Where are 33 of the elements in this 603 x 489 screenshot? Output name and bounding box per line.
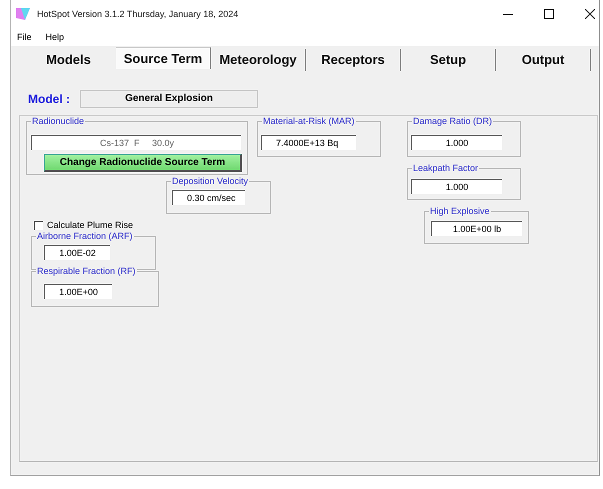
group-title: Radionuclide bbox=[31, 116, 86, 127]
group-title: Leakpath Factor bbox=[412, 163, 480, 174]
group-title: High Explosive bbox=[429, 206, 491, 217]
radionuclide-field[interactable]: Cs-137 F 30.0y bbox=[31, 135, 241, 150]
checkbox[interactable] bbox=[34, 221, 43, 230]
group-title: Airborne Fraction (ARF) bbox=[36, 231, 134, 242]
maximize-icon[interactable] bbox=[544, 9, 554, 19]
window-title: HotSpot Version 3.1.2 Thursday, January 18, 2024 bbox=[37, 9, 238, 19]
tab[interactable]: Setup bbox=[401, 49, 496, 71]
input-field[interactable]: 1.00E-02 bbox=[44, 245, 110, 260]
group-title: Damage Ratio (DR) bbox=[412, 116, 494, 127]
close-icon[interactable] bbox=[585, 9, 595, 19]
menu-item[interactable]: Help bbox=[46, 32, 64, 42]
input-field[interactable]: 7.4000E+13 Bq bbox=[261, 135, 356, 150]
input-field[interactable]: 1.00E+00 lb bbox=[431, 221, 522, 236]
app-icon bbox=[15, 7, 31, 21]
group-title: Material-at-Risk (MAR) bbox=[262, 116, 356, 127]
group-title: Deposition Velocity bbox=[171, 176, 250, 187]
tab[interactable]: Models bbox=[21, 49, 116, 71]
input-field[interactable]: 1.000 bbox=[411, 135, 502, 150]
checkbox-label: Calculate Plume Rise bbox=[47, 220, 134, 230]
tab[interactable]: Source Term bbox=[116, 47, 211, 69]
change-source-term-button[interactable]: Change Radionuclide Source Term bbox=[44, 154, 242, 172]
tab[interactable]: Output bbox=[496, 49, 591, 71]
input-field[interactable]: 0.30 cm/sec bbox=[172, 190, 245, 205]
input-field[interactable]: 1.000 bbox=[411, 179, 502, 194]
menu-item[interactable]: File bbox=[17, 32, 32, 42]
input-field[interactable]: 1.00E+00 bbox=[44, 284, 112, 299]
tab[interactable]: Receptors bbox=[306, 49, 401, 71]
model-field: General Explosion bbox=[80, 90, 258, 108]
tab[interactable]: Meteorology bbox=[211, 49, 306, 71]
group-title: Respirable Fraction (RF) bbox=[36, 266, 137, 277]
model-label: Model : bbox=[28, 92, 71, 106]
